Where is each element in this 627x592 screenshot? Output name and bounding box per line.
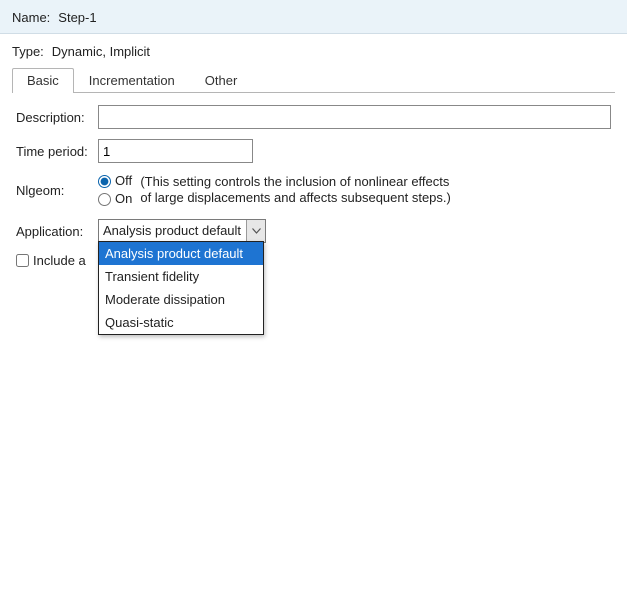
nlgeom-note-line1: (This setting controls the inclusion of …: [140, 174, 449, 189]
tab-incrementation[interactable]: Incrementation: [74, 68, 190, 93]
application-label: Application:: [16, 224, 98, 239]
nlgeom-on-option[interactable]: On: [98, 191, 132, 207]
nlgeom-note: (This setting controls the inclusion of …: [140, 174, 451, 206]
nlgeom-on-label: On: [115, 191, 132, 207]
type-label: Type:: [12, 44, 44, 59]
application-combobox[interactable]: Analysis product default: [98, 219, 266, 243]
application-dropdown-list: Analysis product default Transient fidel…: [98, 241, 264, 335]
application-dropdown-button[interactable]: [246, 220, 265, 242]
tab-basic[interactable]: Basic: [12, 68, 74, 93]
nlgeom-radio-group: Off On: [98, 173, 132, 207]
step-tabs: Basic Incrementation Other: [12, 67, 615, 93]
description-input[interactable]: [98, 105, 611, 129]
include-adiabatic-label: Include a: [33, 253, 86, 268]
include-adiabatic-checkbox[interactable]: [16, 254, 29, 267]
application-option-moderate-dissipation[interactable]: Moderate dissipation: [99, 288, 263, 311]
nlgeom-off-label: Off: [115, 173, 132, 189]
nlgeom-note-line2: of large displacements and affects subse…: [140, 190, 451, 205]
type-value: Dynamic, Implicit: [52, 44, 150, 59]
dialog-header: Name: Step-1: [0, 0, 627, 34]
application-option-default[interactable]: Analysis product default: [99, 242, 263, 265]
time-period-label: Time period:: [16, 144, 98, 159]
description-label: Description:: [16, 110, 98, 125]
nlgeom-label: Nlgeom:: [16, 183, 78, 198]
application-option-quasi-static[interactable]: Quasi-static: [99, 311, 263, 334]
chevron-down-icon: [252, 228, 261, 234]
application-option-transient-fidelity[interactable]: Transient fidelity: [99, 265, 263, 288]
basic-tab-panel: Description: Time period: Nlgeom: Off On…: [12, 93, 615, 272]
name-value: Step-1: [58, 10, 96, 25]
application-selected-text: Analysis product default: [99, 220, 246, 242]
time-period-input[interactable]: [98, 139, 253, 163]
name-label: Name:: [12, 10, 50, 25]
nlgeom-on-radio[interactable]: [98, 193, 111, 206]
nlgeom-off-radio[interactable]: [98, 175, 111, 188]
nlgeom-off-option[interactable]: Off: [98, 173, 132, 189]
tab-other[interactable]: Other: [190, 68, 253, 93]
